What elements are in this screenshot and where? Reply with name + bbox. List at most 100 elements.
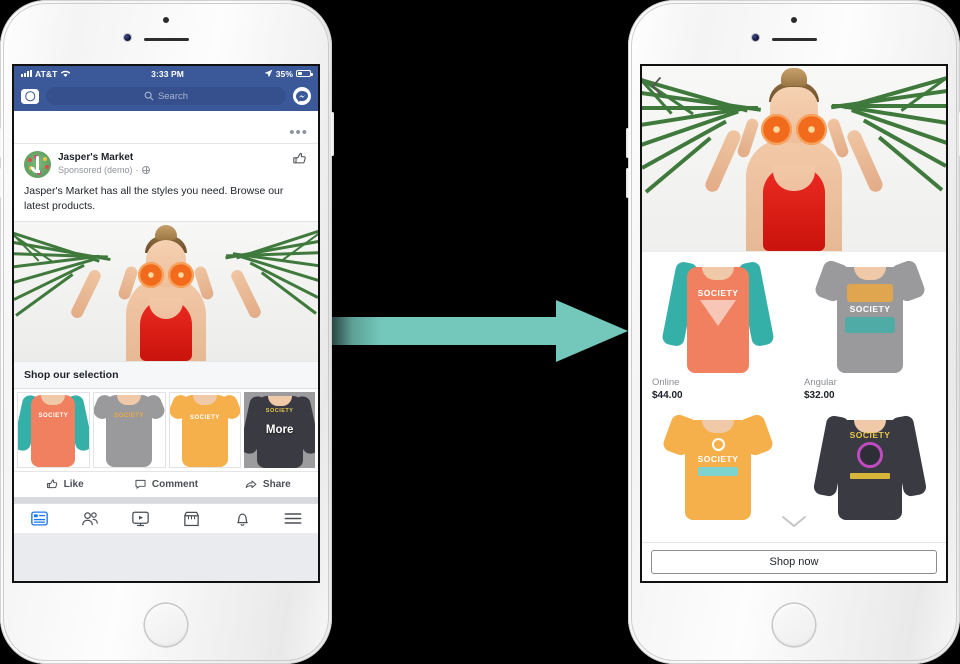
volume-up-button[interactable] bbox=[626, 128, 629, 158]
product-price: $32.00 bbox=[804, 390, 835, 401]
power-button[interactable] bbox=[331, 112, 334, 156]
camera-icon[interactable] bbox=[21, 88, 39, 104]
volume-down-button[interactable] bbox=[0, 168, 1, 198]
product-name: Angular bbox=[804, 377, 837, 388]
share-button[interactable]: Share bbox=[217, 472, 318, 497]
product-image: SOCIETY bbox=[804, 412, 936, 520]
feed-top-spacer bbox=[14, 111, 318, 122]
cta-container: Shop now bbox=[642, 542, 946, 581]
signal-bars-icon bbox=[21, 70, 32, 77]
chevron-down-icon[interactable] bbox=[781, 515, 807, 528]
sidebar-item-news-feed[interactable] bbox=[14, 511, 65, 526]
globe-icon bbox=[141, 166, 150, 174]
product-image: SOCIETY bbox=[652, 412, 784, 520]
post-subtitle: Sponsored (demo) · bbox=[58, 164, 285, 176]
post-action-bar: Like Comment Share bbox=[14, 471, 318, 497]
post-body-text: Jasper's Market has all the styles you n… bbox=[24, 185, 284, 212]
product-cell[interactable]: SOCIETY bbox=[794, 406, 946, 520]
post-meta: Jasper's Market Sponsored (demo) · bbox=[58, 151, 285, 176]
arrow-head bbox=[556, 300, 628, 362]
earpiece-speaker-icon bbox=[772, 38, 817, 41]
comment-bubble-icon bbox=[135, 479, 146, 489]
product-row: SOCIETY SOCIETY bbox=[642, 406, 946, 520]
sidebar-item-menu[interactable] bbox=[267, 512, 318, 525]
clock-label: 3:33 PM bbox=[151, 68, 184, 79]
search-input[interactable]: Search bbox=[46, 87, 286, 105]
carousel-more-tile[interactable]: SOCIETY More bbox=[244, 392, 315, 468]
chevron-left-icon[interactable] bbox=[650, 76, 663, 96]
search-icon bbox=[144, 91, 154, 101]
page-name-label[interactable]: Jasper's Market bbox=[58, 151, 285, 164]
front-camera-icon bbox=[752, 34, 759, 41]
carousel-tile[interactable]: SOCIETY bbox=[17, 392, 90, 468]
product-carousel[interactable]: SOCIETY SOCIETY SOCIETY SOCIETY More bbox=[14, 389, 318, 471]
right-iphone-frame: SOCIETY Online $44.00 SOCIETY Angular $3… bbox=[626, 0, 960, 664]
sidebar-item-watch[interactable] bbox=[115, 511, 166, 527]
post-top-bar: ••• bbox=[14, 122, 318, 144]
bottom-tab-bar bbox=[14, 503, 318, 533]
volume-down-button[interactable] bbox=[626, 168, 629, 198]
friends-icon bbox=[82, 512, 98, 526]
product-grid[interactable]: SOCIETY Online $44.00 SOCIETY Angular $3… bbox=[642, 251, 946, 542]
thumbs-up-outline-icon bbox=[46, 479, 57, 489]
post-hero-image[interactable] bbox=[14, 221, 318, 361]
app-nav-bar: Search bbox=[14, 81, 318, 111]
battery-percent-label: 35% bbox=[275, 68, 293, 79]
comment-button[interactable]: Comment bbox=[115, 472, 216, 497]
avatar[interactable] bbox=[24, 151, 51, 178]
share-label: Share bbox=[262, 479, 291, 490]
share-arrow-icon bbox=[245, 480, 257, 489]
proximity-sensor-icon bbox=[163, 17, 169, 23]
volume-up-button[interactable] bbox=[0, 128, 1, 158]
collection-hero-image[interactable] bbox=[642, 66, 946, 251]
product-image: SOCIETY bbox=[804, 258, 936, 373]
more-label: More bbox=[265, 424, 294, 436]
ellipsis-icon[interactable]: ••• bbox=[289, 125, 308, 140]
earpiece-speaker-icon bbox=[144, 38, 189, 41]
arrow-shaft bbox=[332, 317, 558, 345]
transition-arrow bbox=[332, 300, 628, 362]
news-feed[interactable]: ••• Jasper's Market Sponsored (demo) · J… bbox=[14, 111, 318, 581]
like-page-thumbs-up-icon[interactable] bbox=[292, 151, 308, 167]
status-bar-right: 35% bbox=[264, 68, 313, 79]
status-bar-left: AT&T bbox=[21, 69, 71, 79]
right-phone-screen: SOCIETY Online $44.00 SOCIETY Angular $3… bbox=[640, 64, 948, 583]
marketplace-store-icon bbox=[183, 511, 199, 526]
carousel-tile[interactable]: SOCIETY bbox=[168, 392, 242, 468]
front-camera-icon bbox=[124, 34, 131, 41]
comparison-stage: AT&T 3:33 PM 35% Search ••• Jasper's Mar… bbox=[0, 0, 960, 664]
status-bar: AT&T 3:33 PM 35% bbox=[14, 66, 318, 81]
sponsored-post-card: ••• Jasper's Market Sponsored (demo) · J… bbox=[14, 122, 318, 497]
comment-label: Comment bbox=[151, 479, 199, 490]
sponsored-label: Sponsored (demo) bbox=[58, 165, 133, 175]
like-button[interactable]: Like bbox=[14, 472, 115, 497]
product-cell[interactable]: SOCIETY bbox=[642, 406, 794, 520]
proximity-sensor-icon bbox=[791, 17, 797, 23]
watch-video-icon bbox=[132, 511, 149, 526]
product-cell[interactable]: SOCIETY Online $44.00 bbox=[642, 252, 794, 406]
product-image: SOCIETY bbox=[652, 258, 784, 373]
like-label: Like bbox=[63, 479, 84, 490]
sidebar-item-marketplace[interactable] bbox=[166, 511, 217, 527]
home-button[interactable] bbox=[773, 604, 815, 646]
separator-label: · bbox=[135, 165, 139, 175]
messenger-icon[interactable] bbox=[293, 87, 311, 105]
home-button[interactable] bbox=[145, 604, 187, 646]
product-price: $44.00 bbox=[652, 390, 683, 401]
sidebar-item-notifications[interactable] bbox=[217, 511, 268, 527]
sidebar-item-friends[interactable] bbox=[65, 511, 116, 526]
location-arrow-icon bbox=[264, 69, 273, 78]
carrier-label: AT&T bbox=[35, 68, 58, 79]
news-feed-icon bbox=[30, 511, 48, 526]
carousel-tile[interactable]: SOCIETY bbox=[92, 392, 166, 468]
canvas-collection-view: SOCIETY Online $44.00 SOCIETY Angular $3… bbox=[642, 66, 946, 581]
search-placeholder-label: Search bbox=[157, 90, 189, 102]
post-header: Jasper's Market Sponsored (demo) · bbox=[14, 144, 318, 178]
shop-now-button[interactable]: Shop now bbox=[651, 550, 937, 574]
product-cell[interactable]: SOCIETY Angular $32.00 bbox=[794, 252, 946, 406]
wifi-icon bbox=[61, 70, 71, 77]
left-iphone-frame: AT&T 3:33 PM 35% Search ••• Jasper's Mar… bbox=[0, 0, 334, 664]
battery-icon bbox=[296, 69, 313, 78]
hamburger-menu-icon bbox=[284, 513, 302, 524]
left-phone-screen: AT&T 3:33 PM 35% Search ••• Jasper's Mar… bbox=[12, 64, 320, 583]
